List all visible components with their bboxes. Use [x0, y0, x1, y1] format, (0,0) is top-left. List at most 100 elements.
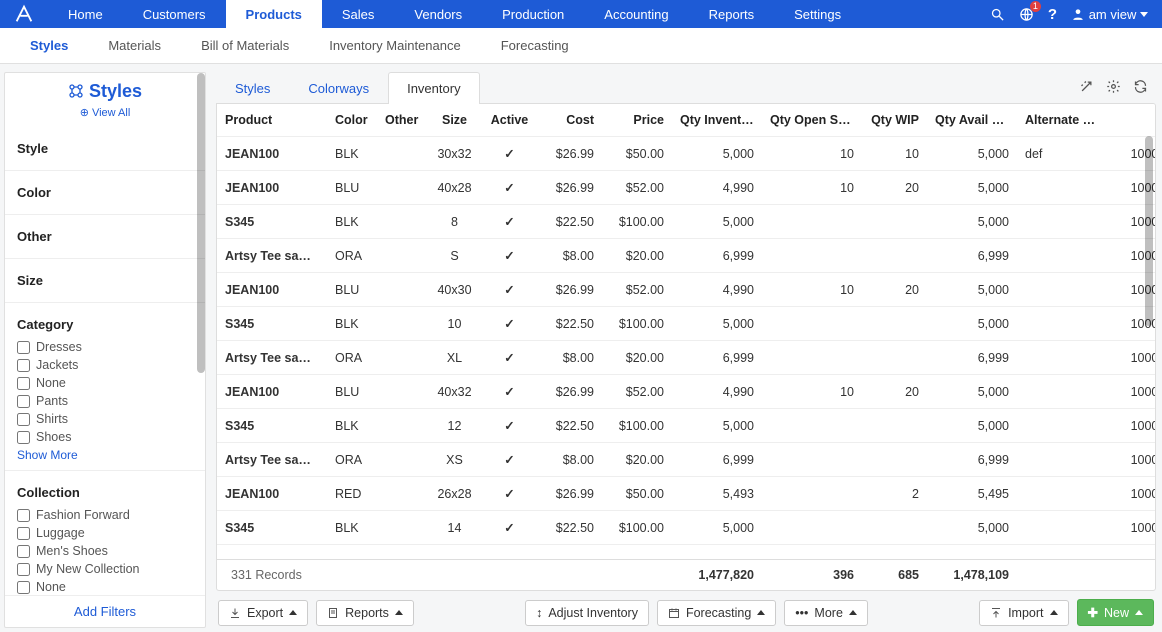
col-header[interactable]: Active: [482, 104, 537, 137]
nav-item-sales[interactable]: Sales: [322, 0, 395, 28]
col-header[interactable]: Qty Avail Sell: [927, 104, 1017, 137]
import-button[interactable]: Import: [979, 600, 1068, 626]
subnav-item-forecasting[interactable]: Forecasting: [481, 28, 589, 64]
subnav-item-styles[interactable]: Styles: [10, 28, 88, 64]
nav-item-customers[interactable]: Customers: [123, 0, 226, 28]
col-header[interactable]: Price: [602, 104, 672, 137]
export-button[interactable]: Export: [218, 600, 308, 626]
show-more-link[interactable]: Show More: [17, 448, 193, 462]
filter-checkbox[interactable]: [17, 359, 30, 372]
refresh-icon[interactable]: [1133, 79, 1148, 97]
subnav-item-bill-of-materials[interactable]: Bill of Materials: [181, 28, 309, 64]
filter-checkbox[interactable]: [17, 395, 30, 408]
cell: [1017, 341, 1112, 375]
cell: BLK: [327, 307, 377, 341]
filter-checkbox[interactable]: [17, 377, 30, 390]
subnav-item-inventory-maintenance[interactable]: Inventory Maintenance: [309, 28, 481, 64]
filter-label: Size: [17, 273, 193, 288]
col-header[interactable]: Cost: [537, 104, 602, 137]
col-header[interactable]: Qty WIP: [862, 104, 927, 137]
filter-option[interactable]: Men's Shoes: [17, 542, 193, 560]
col-header[interactable]: Other: [377, 104, 427, 137]
reports-button[interactable]: Reports: [316, 600, 414, 626]
filter-checkbox[interactable]: [17, 545, 30, 558]
nav-item-production[interactable]: Production: [482, 0, 584, 28]
nav-item-vendors[interactable]: Vendors: [394, 0, 482, 28]
adjust-inventory-button[interactable]: ↕Adjust Inventory: [525, 600, 649, 626]
table-row[interactable]: JEAN100RED26x28✓$26.99$50.005,49325,4951…: [217, 477, 1155, 511]
filter-option[interactable]: None: [17, 578, 193, 595]
globe-icon[interactable]: 1: [1019, 7, 1034, 22]
col-header[interactable]: Qty Inventory: [672, 104, 762, 137]
forecasting-button[interactable]: Forecasting: [657, 600, 776, 626]
new-button[interactable]: ✚New: [1077, 599, 1155, 626]
caret-up-icon: [849, 610, 857, 615]
nav-item-settings[interactable]: Settings: [774, 0, 861, 28]
help-icon[interactable]: ?: [1048, 6, 1057, 23]
col-header[interactable]: UPC: [1112, 104, 1155, 137]
filter-option[interactable]: Fashion Forward: [17, 506, 193, 524]
cell: $100.00: [602, 511, 672, 545]
table-row[interactable]: S345BLK12✓$22.50$100.005,0005,0001000000…: [217, 409, 1155, 443]
nav-item-home[interactable]: Home: [48, 0, 123, 28]
table-row[interactable]: S345BLK14✓$22.50$100.005,0005,0001000000…: [217, 511, 1155, 545]
filter-checkbox[interactable]: [17, 581, 30, 594]
more-button[interactable]: •••More: [784, 600, 868, 626]
tab-inventory[interactable]: Inventory: [388, 72, 479, 104]
table-row[interactable]: JEAN100BLU40x30✓$26.99$52.004,99010205,0…: [217, 273, 1155, 307]
filter-checkbox[interactable]: [17, 431, 30, 444]
table-row[interactable]: Artsy Tee sampleORAS✓$8.00$20.006,9996,9…: [217, 239, 1155, 273]
cell: [1017, 511, 1112, 545]
subnav-item-materials[interactable]: Materials: [88, 28, 181, 64]
filter-checkbox[interactable]: [17, 509, 30, 522]
filter-checkbox[interactable]: [17, 527, 30, 540]
col-header[interactable]: Product: [217, 104, 327, 137]
filter-option[interactable]: Pants: [17, 392, 193, 410]
table-row[interactable]: Artsy Tee sampleORAXL✓$8.00$20.006,9996,…: [217, 341, 1155, 375]
tab-colorways[interactable]: Colorways: [289, 72, 388, 104]
table-row[interactable]: JEAN100BLK30x32✓$26.99$50.005,00010105,0…: [217, 137, 1155, 171]
nav-item-accounting[interactable]: Accounting: [584, 0, 688, 28]
col-header[interactable]: Color: [327, 104, 377, 137]
add-filters-button[interactable]: Add Filters: [5, 595, 205, 627]
tab-styles[interactable]: Styles: [216, 72, 289, 104]
table-row[interactable]: S345BLK8✓$22.50$100.005,0005,00010000000…: [217, 205, 1155, 239]
cell: [762, 341, 862, 375]
nav-item-products[interactable]: Products: [226, 0, 322, 28]
table-row[interactable]: S345BLK10✓$22.50$100.005,0005,0001000000…: [217, 307, 1155, 341]
view-all-link[interactable]: ⊕ View All: [80, 106, 131, 119]
table-row[interactable]: Artsy Tee sampleORAXS✓$8.00$20.006,9996,…: [217, 443, 1155, 477]
grid-footer: 331 Records 1,477,820 396 685 1,478,109: [217, 559, 1155, 590]
user-menu[interactable]: am view: [1071, 7, 1148, 22]
magic-wand-icon[interactable]: [1079, 79, 1094, 97]
nav-item-reports[interactable]: Reports: [689, 0, 775, 28]
col-header[interactable]: Alternate Code▼: [1017, 104, 1112, 137]
filter-checkbox[interactable]: [17, 563, 30, 576]
grid-scrollbar[interactable]: [1145, 136, 1153, 326]
cell: [1017, 409, 1112, 443]
filter-option[interactable]: Jackets: [17, 356, 193, 374]
filter-option[interactable]: Luggage: [17, 524, 193, 542]
filter-group-size: Size: [5, 258, 205, 302]
filter-option[interactable]: None: [17, 374, 193, 392]
filter-option[interactable]: My New Collection: [17, 560, 193, 578]
filter-checkbox[interactable]: [17, 341, 30, 354]
filter-option[interactable]: Shirts: [17, 410, 193, 428]
sidebar-title: Styles: [5, 81, 205, 102]
caret-up-icon: [289, 610, 297, 615]
logo[interactable]: [0, 0, 48, 28]
cell: [762, 239, 862, 273]
cell: [377, 137, 427, 171]
gear-icon[interactable]: [1106, 79, 1121, 97]
filter-checkbox[interactable]: [17, 413, 30, 426]
filter-option[interactable]: Shoes: [17, 428, 193, 446]
search-icon[interactable]: [990, 7, 1005, 22]
table-row[interactable]: JEAN100BLU40x32✓$26.99$52.004,99010205,0…: [217, 375, 1155, 409]
table-row[interactable]: JEAN100BLU40x28✓$26.99$52.004,99010205,0…: [217, 171, 1155, 205]
cell: 2: [862, 477, 927, 511]
col-header[interactable]: Size: [427, 104, 482, 137]
cell: [862, 409, 927, 443]
filter-option[interactable]: Dresses: [17, 338, 193, 356]
col-header[interactable]: Qty Open Sales: [762, 104, 862, 137]
sidebar-scrollbar[interactable]: [197, 73, 205, 373]
